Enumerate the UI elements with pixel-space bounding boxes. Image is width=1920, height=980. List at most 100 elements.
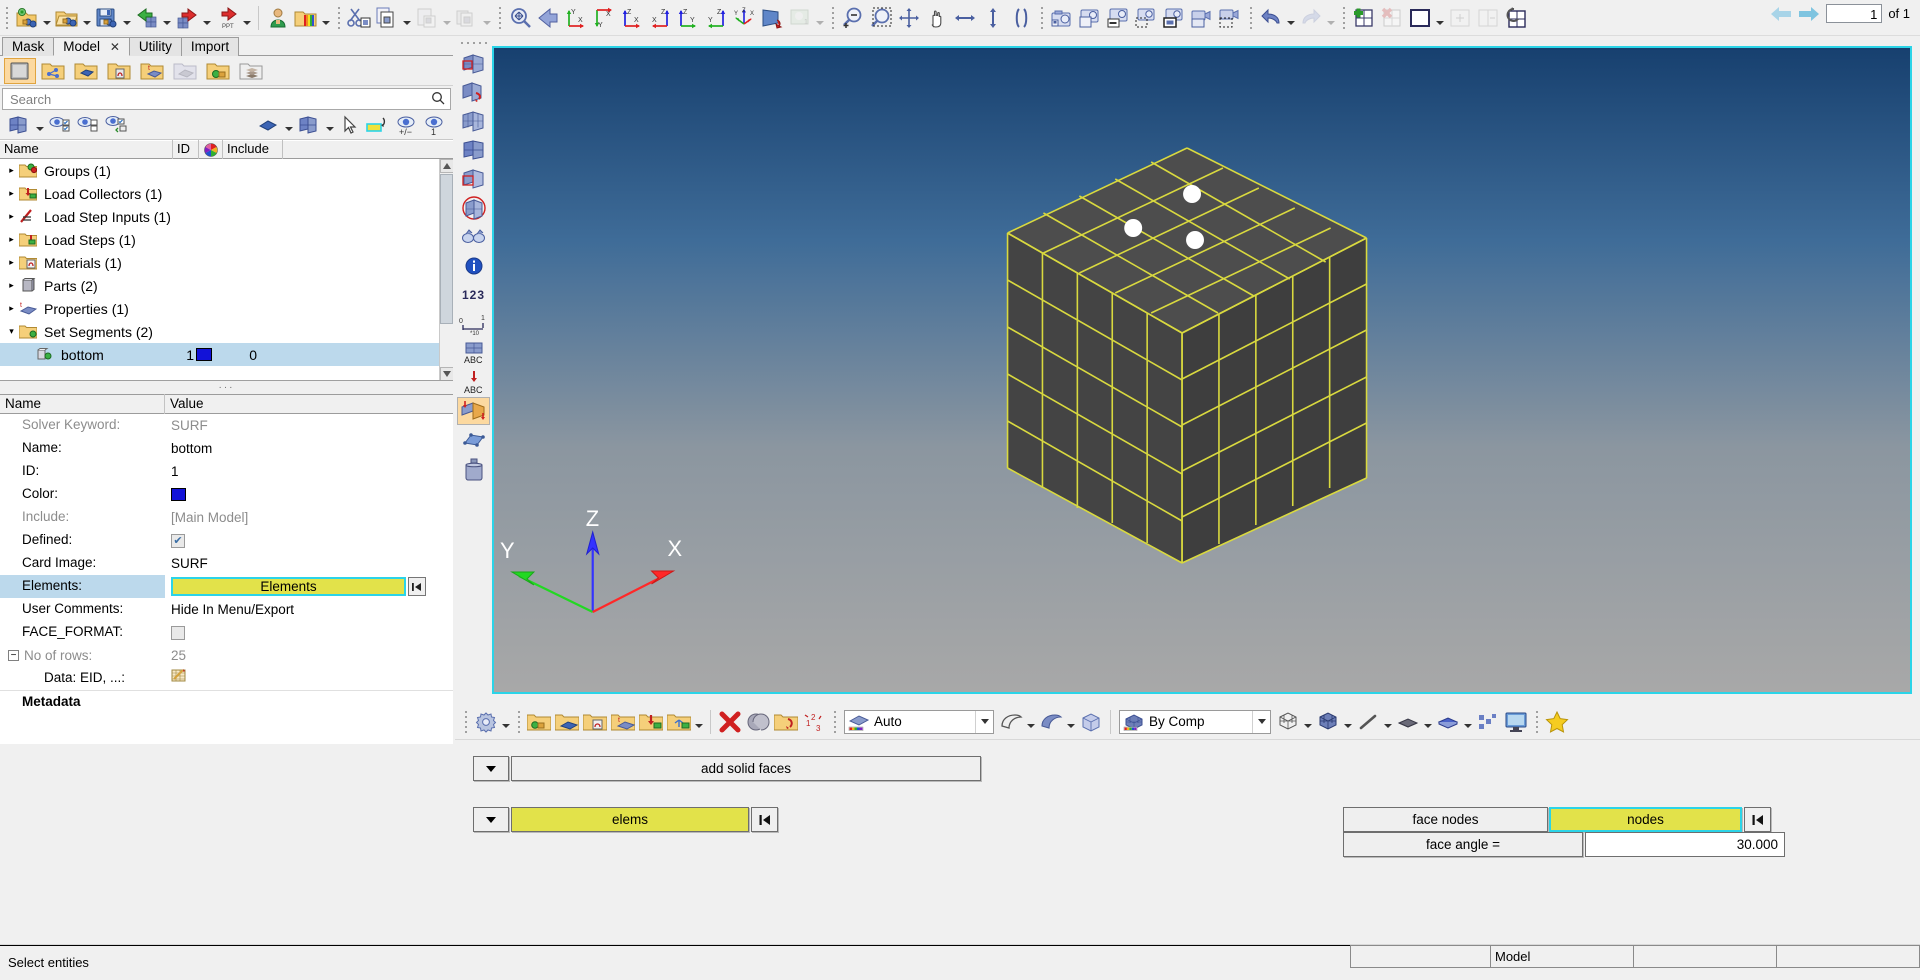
prop-value[interactable]: 1 bbox=[165, 460, 453, 483]
face-angle-label[interactable]: face angle = bbox=[1343, 832, 1583, 857]
capture-graphics-icon[interactable] bbox=[1076, 3, 1104, 33]
find-entity-icon[interactable] bbox=[457, 223, 490, 251]
tree-item-properties[interactable]: ▸ t Properties (1) bbox=[0, 297, 453, 320]
face-angle-input[interactable]: 30.000 bbox=[1585, 832, 1785, 857]
free-surface-icon[interactable] bbox=[457, 426, 490, 454]
measure-icon[interactable]: 01*10 bbox=[457, 310, 490, 338]
import-icon[interactable] bbox=[133, 3, 161, 33]
prop-include[interactable]: Include: [Main Model] bbox=[0, 506, 453, 529]
duplicate-dropdown-arrow[interactable] bbox=[481, 3, 493, 33]
expander-icon[interactable]: ▸ bbox=[6, 280, 17, 291]
page-layout-icon[interactable] bbox=[1406, 3, 1434, 33]
mask-icon[interactable] bbox=[772, 707, 800, 737]
toolbar-grip-page[interactable] bbox=[1340, 7, 1347, 29]
shell-display-icon[interactable] bbox=[1394, 707, 1422, 737]
saved-view-dropdown-arrow[interactable] bbox=[814, 3, 826, 33]
isolate-only-icon[interactable]: 1 bbox=[421, 112, 447, 138]
prop-no-of-rows[interactable]: − No of rows: 25 bbox=[0, 644, 453, 667]
color-mode-dropdown-arrow[interactable] bbox=[975, 711, 993, 733]
elements-selector-button[interactable]: Elements bbox=[171, 577, 406, 596]
shaded-mesh-icon[interactable] bbox=[1314, 707, 1342, 737]
mass-icon[interactable] bbox=[457, 455, 490, 483]
property-icon[interactable] bbox=[553, 707, 581, 737]
user-profile-icon[interactable] bbox=[264, 3, 292, 33]
prop-name[interactable]: Name: bottom bbox=[0, 437, 453, 460]
duplicate-icon[interactable] bbox=[453, 3, 481, 33]
tab-utility[interactable]: Utility bbox=[129, 37, 182, 56]
copy-dropdown-arrow[interactable] bbox=[401, 3, 413, 33]
tree-scrollbar[interactable] bbox=[439, 159, 453, 381]
search-box[interactable] bbox=[2, 88, 451, 110]
tree-item-groups[interactable]: ▸ Groups (1) bbox=[0, 159, 453, 182]
open-model-dropdown-arrow[interactable] bbox=[81, 3, 93, 33]
prop-data-eid[interactable]: Data: EID, ...: bbox=[0, 667, 453, 690]
delete-page-icon[interactable] bbox=[1378, 3, 1406, 33]
tab-import[interactable]: Import bbox=[181, 37, 239, 56]
visualization-options-dropdown-arrow[interactable] bbox=[500, 707, 512, 737]
surface-shaded-dropdown-arrow[interactable] bbox=[1065, 707, 1077, 737]
toolbar-grip-view[interactable] bbox=[496, 7, 503, 29]
prop-value[interactable]: Elements bbox=[165, 575, 453, 598]
prop-value[interactable]: SURF bbox=[165, 552, 453, 575]
wireframe-mesh-dropdown-arrow[interactable] bbox=[1302, 707, 1314, 737]
import-dropdown-arrow[interactable] bbox=[161, 3, 173, 33]
favorites-star-icon[interactable] bbox=[1543, 707, 1571, 737]
defined-checkbox[interactable]: ✔ bbox=[171, 534, 185, 548]
iso-view-icon[interactable]: Z Y X bbox=[730, 3, 758, 33]
nodes-selector-button[interactable]: nodes bbox=[1549, 807, 1742, 832]
collapse-icon[interactable]: − bbox=[8, 650, 19, 661]
prop-elements[interactable]: Elements: Elements bbox=[0, 575, 453, 598]
new-model-icon[interactable] bbox=[13, 3, 41, 33]
expander-icon[interactable]: ▾ bbox=[6, 326, 17, 337]
part-browser-icon[interactable] bbox=[70, 58, 102, 84]
scroll-down-button[interactable] bbox=[440, 367, 453, 381]
search-icon[interactable] bbox=[431, 91, 445, 108]
prop-face-format[interactable]: FACE_FORMAT: ✔ bbox=[0, 621, 453, 644]
status-field-3[interactable] bbox=[1633, 945, 1776, 968]
save-model-icon[interactable] bbox=[93, 3, 121, 33]
gfx-grip-4[interactable] bbox=[1533, 711, 1540, 733]
element-labels-icon[interactable]: ABC bbox=[457, 339, 490, 367]
show-hide-icon[interactable]: +/− bbox=[393, 112, 419, 138]
element-display-icon[interactable] bbox=[296, 112, 322, 138]
status-field-1[interactable] bbox=[1350, 945, 1490, 968]
load-collector-icon[interactable] bbox=[637, 707, 665, 737]
capture-screen-icon[interactable] bbox=[1160, 3, 1188, 33]
3d-viewport[interactable]: Z Y X bbox=[492, 46, 1912, 694]
tree-item-load-collectors[interactable]: ▸ Load Collectors (1) bbox=[0, 182, 453, 205]
fit-view-icon[interactable] bbox=[506, 3, 534, 33]
wireframe-mesh-icon[interactable] bbox=[1274, 707, 1302, 737]
table-editor-icon[interactable] bbox=[171, 667, 187, 690]
swap-window-icon[interactable] bbox=[1474, 3, 1502, 33]
surface-shaded-icon[interactable] bbox=[1037, 707, 1065, 737]
color-swatch[interactable] bbox=[171, 488, 186, 501]
toolbar-grip-file[interactable] bbox=[3, 7, 10, 29]
redo-dropdown-arrow[interactable] bbox=[1325, 3, 1337, 33]
nodes-reset-button[interactable] bbox=[1744, 807, 1771, 832]
geometry-display-icon[interactable] bbox=[255, 112, 281, 138]
color-mode-combo[interactable]: Auto bbox=[844, 710, 994, 734]
previous-view-icon[interactable] bbox=[534, 3, 562, 33]
clipping-icon[interactable] bbox=[1007, 3, 1035, 33]
page-layout-dropdown-arrow[interactable] bbox=[1434, 3, 1446, 33]
isolate-icon[interactable] bbox=[365, 112, 391, 138]
solid-display-dropdown-arrow[interactable] bbox=[1462, 707, 1474, 737]
material-icon[interactable] bbox=[581, 707, 609, 737]
cut-icon[interactable] bbox=[345, 3, 373, 33]
element-color-dropdown-arrow[interactable] bbox=[1252, 711, 1270, 733]
prop-card-image[interactable]: Card Image: SURF bbox=[0, 552, 453, 575]
show-all-icon[interactable] bbox=[47, 112, 73, 138]
column-id[interactable]: ID bbox=[173, 140, 199, 159]
xy-view-icon[interactable]: Y X bbox=[562, 3, 590, 33]
layers-icon[interactable] bbox=[744, 707, 772, 737]
mesh-lines-icon[interactable] bbox=[457, 107, 490, 135]
mode-dropdown-button[interactable] bbox=[473, 756, 509, 781]
prop-color[interactable]: Color: bbox=[0, 483, 453, 506]
expander-icon[interactable]: ▸ bbox=[6, 257, 17, 268]
geometry-display-dropdown-arrow[interactable] bbox=[283, 112, 294, 138]
prop-defined[interactable]: Defined: ✔ bbox=[0, 529, 453, 552]
flip-view-icon[interactable] bbox=[758, 3, 786, 33]
column-include[interactable]: Include bbox=[223, 140, 283, 159]
shell-display-dropdown-arrow[interactable] bbox=[1422, 707, 1434, 737]
expand-window-icon[interactable] bbox=[1446, 3, 1474, 33]
